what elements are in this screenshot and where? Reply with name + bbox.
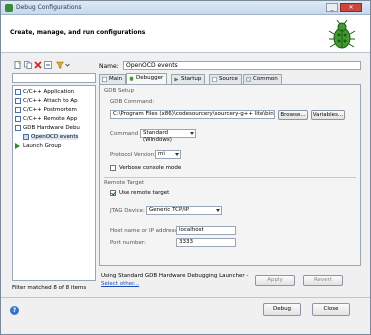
common-tab-icon [246, 77, 251, 82]
verbose-console-label: Verbose console mode [119, 165, 182, 171]
remote-target-label: Remote Target [104, 180, 144, 186]
protocol-version-label: Protocol Version: [110, 152, 156, 158]
name-label: Name: [99, 63, 119, 70]
protocol-version-value: mi [158, 151, 165, 157]
filter-config-icon[interactable] [56, 61, 64, 69]
main-tab-icon [102, 77, 107, 82]
gdb-setup-label: GDB Setup [104, 88, 135, 94]
startup-tab-icon [174, 77, 179, 82]
tab-main[interactable]: Main [99, 74, 127, 84]
use-remote-target-checkbox[interactable] [110, 190, 116, 196]
variables-button[interactable]: Variables... [311, 110, 345, 120]
config-tree: C/C++ Application C/C++ Attach to Ap C/C… [12, 85, 96, 281]
port-label: Port number: [110, 240, 146, 246]
tree-item-openocd-events[interactable]: OpenOCD events [23, 133, 79, 141]
chevron-down-icon [175, 153, 179, 156]
jtag-device-value: Generic TCP/IP [149, 207, 190, 213]
tab-source[interactable]: Source [209, 74, 242, 84]
help-icon[interactable]: ? [10, 306, 19, 315]
tree-item-cpp-application[interactable]: C/C++ Application [15, 88, 74, 96]
c-config-icon [15, 124, 21, 131]
tab-label: Main [109, 76, 123, 82]
launcher-text: Using Standard GDB Hardware Debugging La… [101, 273, 249, 279]
verbose-console-checkbox[interactable] [110, 165, 116, 171]
filter-status: Filter matched 8 of 8 items [12, 285, 87, 291]
jtag-device-label: JTAG Device: [110, 208, 145, 214]
tree-item-label: C/C++ Postmortem [23, 107, 77, 113]
chevron-down-icon [190, 132, 194, 135]
tree-item-label: OpenOCD events [31, 134, 79, 140]
revert-button[interactable]: Revert [303, 275, 343, 286]
apply-button[interactable]: Apply [255, 275, 295, 286]
dialog-header: Create, manage, and run configurations [1, 15, 370, 53]
source-tab-icon [212, 77, 217, 82]
protocol-version-select[interactable]: mi [155, 150, 181, 159]
config-editor: Name: OpenOCD events Main Debugger Start… [99, 61, 361, 294]
jtag-device-select[interactable]: Generic TCP/IP [146, 206, 222, 215]
app-icon [5, 4, 13, 12]
new-config-icon[interactable] [14, 61, 22, 69]
tree-item-label: C/C++ Remote App [23, 116, 78, 122]
tree-item-label: C/C++ Application [23, 89, 75, 95]
debugger-tab-panel: GDB Setup GDB Command: C:\Program Files … [99, 84, 361, 266]
tree-item-cpp-attach[interactable]: C/C++ Attach to Ap [15, 97, 78, 105]
tree-item-gdb-hardware[interactable]: GDB Hardware Debu [15, 124, 80, 132]
tree-item-label: C/C++ Attach to Ap [23, 98, 78, 104]
duplicate-config-icon[interactable] [24, 61, 32, 69]
tree-item-label: Launch Group [23, 143, 62, 149]
c-config-icon [23, 133, 29, 140]
debug-configurations-window: Debug Configurations _ ✕ Create, manage,… [0, 0, 371, 335]
tree-item-cpp-remote[interactable]: C/C++ Remote App [15, 115, 77, 123]
tree-item-label: GDB Hardware Debu [23, 125, 80, 131]
debug-button[interactable]: Debug [263, 303, 301, 316]
footer-divider [1, 297, 370, 298]
window-title: Debug Configurations [16, 4, 82, 11]
filter-input[interactable] [12, 73, 96, 83]
minimize-button[interactable]: _ [326, 3, 338, 12]
tree-item-launch-group[interactable]: Launch Group [15, 142, 61, 150]
tree-item-cpp-postmortem[interactable]: C/C++ Postmortem [15, 106, 77, 114]
dialog-subtitle: Create, manage, and run configurations [10, 29, 146, 36]
section-divider [104, 177, 356, 178]
select-other-link[interactable]: Select other... [101, 281, 139, 287]
tab-label: Debugger [136, 75, 164, 81]
chevron-down-icon [216, 209, 220, 212]
tab-common[interactable]: Common [243, 74, 282, 84]
close-window-button[interactable]: ✕ [340, 3, 362, 12]
tab-label: Startup [181, 76, 202, 82]
use-remote-target-label: Use remote target [119, 190, 170, 196]
config-toolbar [12, 61, 96, 71]
title-bar: Debug Configurations _ ✕ [1, 1, 370, 15]
c-config-icon [15, 115, 21, 122]
chevron-down-icon[interactable] [65, 61, 70, 69]
delete-config-icon[interactable] [34, 61, 42, 69]
host-label: Host name or IP address: [110, 228, 180, 234]
tab-startup[interactable]: Startup [171, 74, 206, 84]
browse-button[interactable]: Browse... [278, 110, 308, 120]
host-field[interactable]: localhost [176, 226, 236, 235]
config-tabs: Main Debugger Startup Source Common [99, 73, 361, 84]
port-field[interactable]: 3333 [176, 238, 236, 247]
command-set-select[interactable]: Standard (Windows) [140, 129, 196, 143]
c-config-icon [15, 97, 21, 104]
tab-debugger[interactable]: Debugger [126, 73, 168, 84]
debugger-tab-icon [129, 76, 134, 81]
collapse-all-icon[interactable] [44, 61, 52, 69]
gdb-command-field[interactable]: C:\Program Files (x86)\codesourcery\sour… [110, 110, 275, 119]
c-config-icon [15, 88, 21, 95]
launch-config-panel: C/C++ Application C/C++ Attach to Ap C/C… [12, 61, 96, 294]
command-set-value: Standard (Windows) [143, 130, 172, 143]
gdb-command-label: GDB Command: [110, 99, 155, 105]
c-config-icon [15, 106, 21, 113]
config-name-field[interactable]: OpenOCD events [123, 61, 361, 70]
launch-group-icon [15, 142, 21, 149]
close-button[interactable]: Close [312, 303, 350, 316]
bug-icon [328, 20, 356, 49]
tab-label: Common [253, 76, 278, 82]
tab-label: Source [219, 76, 238, 82]
